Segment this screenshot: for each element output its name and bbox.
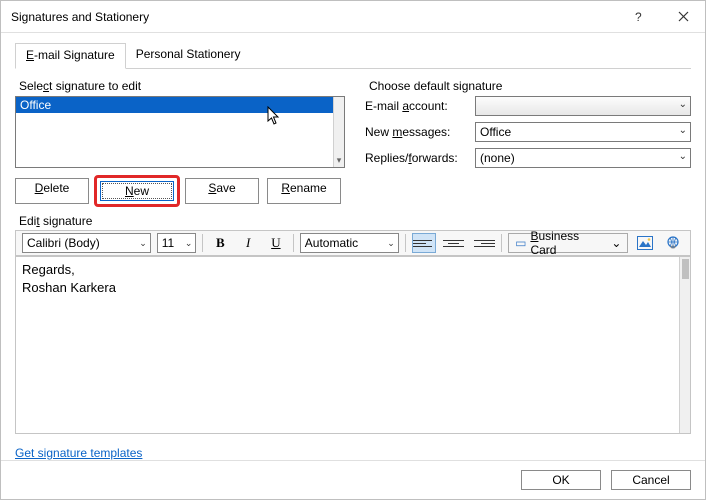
business-card-button[interactable]: ▭ Business Card ⌄ bbox=[508, 233, 628, 253]
edit-signature-label: Edit signature bbox=[19, 214, 691, 228]
chevron-down-icon: ⌄ bbox=[139, 238, 147, 249]
underline-button[interactable]: U bbox=[265, 233, 287, 253]
scrollbar-thumb[interactable] bbox=[682, 259, 689, 279]
new-button[interactable]: New bbox=[100, 181, 174, 201]
close-button[interactable] bbox=[661, 1, 705, 33]
editor-line: Regards, bbox=[22, 261, 684, 279]
italic-button[interactable]: I bbox=[237, 233, 259, 253]
cancel-button[interactable]: Cancel bbox=[611, 470, 691, 490]
new-button-highlight: New bbox=[94, 175, 180, 207]
rename-button[interactable]: Rename bbox=[267, 178, 341, 204]
help-button[interactable]: ? bbox=[617, 1, 661, 33]
chevron-down-icon: ⌄ bbox=[387, 238, 395, 249]
font-family-combo[interactable]: Calibri (Body)⌄ bbox=[22, 233, 151, 253]
tab-personal-stationery[interactable]: Personal Stationery bbox=[126, 43, 251, 68]
ok-button[interactable]: OK bbox=[521, 470, 601, 490]
signature-editor[interactable]: Regards, Roshan Karkera bbox=[15, 256, 691, 434]
chevron-down-icon: ⌄ bbox=[679, 125, 687, 136]
dialog-window: Signatures and Stationery ? E-mail Signa… bbox=[0, 0, 706, 500]
tab-bar: E-mail Signature Personal Stationery bbox=[15, 43, 691, 69]
new-messages-label: New messages: bbox=[365, 125, 475, 139]
scroll-down-icon: ▾ bbox=[335, 155, 343, 166]
titlebar: Signatures and Stationery ? bbox=[1, 1, 705, 33]
chevron-down-icon: ⌄ bbox=[679, 99, 687, 110]
choose-default-label: Choose default signature bbox=[369, 79, 691, 93]
bold-button[interactable]: B bbox=[209, 233, 231, 253]
email-account-label: E-mail account: bbox=[365, 99, 475, 113]
list-scrollbar[interactable]: ▾ bbox=[333, 97, 344, 167]
font-size-combo[interactable]: 11⌄ bbox=[157, 233, 197, 253]
svg-text:?: ? bbox=[635, 11, 642, 23]
business-card-icon: ▭ bbox=[515, 236, 526, 250]
tab-email-signature[interactable]: E-mail Signature bbox=[15, 43, 126, 69]
insert-link-button[interactable] bbox=[662, 233, 684, 253]
editor-line: Roshan Karkera bbox=[22, 279, 684, 297]
align-left-button[interactable] bbox=[412, 233, 436, 253]
signature-list-item[interactable]: Office bbox=[16, 97, 344, 113]
email-account-combo[interactable]: ⌄ bbox=[475, 96, 691, 116]
format-toolbar: Calibri (Body)⌄ 11⌄ B I U Automatic⌄ ▭ B… bbox=[15, 230, 691, 256]
window-title: Signatures and Stationery bbox=[11, 10, 617, 24]
get-templates-link[interactable]: Get signature templates bbox=[15, 446, 142, 460]
font-color-combo[interactable]: Automatic⌄ bbox=[300, 233, 399, 253]
dialog-footer: OK Cancel bbox=[1, 460, 705, 499]
delete-button[interactable]: Delete bbox=[15, 178, 89, 204]
align-center-button[interactable] bbox=[442, 233, 466, 253]
new-messages-combo[interactable]: Office ⌄ bbox=[475, 122, 691, 142]
replies-forwards-label: Replies/forwards: bbox=[365, 151, 475, 165]
chevron-down-icon: ⌄ bbox=[611, 236, 621, 250]
chevron-down-icon: ⌄ bbox=[185, 238, 193, 249]
insert-picture-button[interactable] bbox=[634, 233, 656, 253]
editor-scrollbar[interactable] bbox=[679, 257, 690, 433]
align-right-button[interactable] bbox=[471, 233, 495, 253]
signature-list[interactable]: Office ▾ bbox=[15, 96, 345, 168]
replies-forwards-combo[interactable]: (none) ⌄ bbox=[475, 148, 691, 168]
select-signature-label: Select signature to edit bbox=[19, 79, 345, 93]
chevron-down-icon: ⌄ bbox=[679, 151, 687, 162]
save-button[interactable]: Save bbox=[185, 178, 259, 204]
